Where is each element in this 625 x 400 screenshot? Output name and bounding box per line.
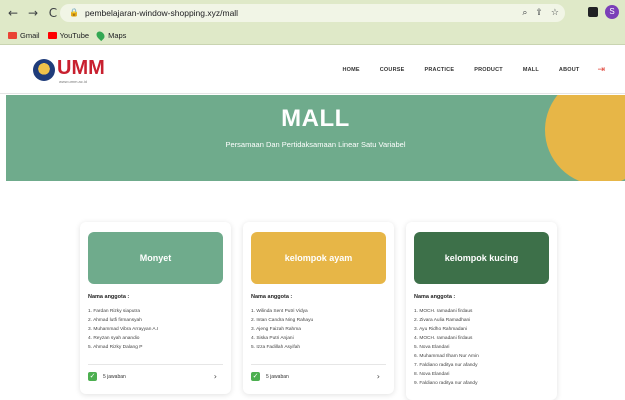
bookmarks-bar: Gmail YouTube Maps [0,26,625,45]
card-banner[interactable]: kelompok ayam [251,232,386,284]
lock-icon[interactable]: 🔒 [69,8,79,18]
nav-course[interactable]: COURSE [380,67,405,73]
hero-banner: MALL Persamaan Dan Pertidaksamaan Linear… [6,95,625,181]
members-label: Nama anggota : [414,294,456,300]
members-label: Nama anggota : [88,294,130,300]
chevron-right-icon[interactable]: › [377,372,380,381]
bookmark-maps[interactable]: Maps [94,29,126,41]
list-item: 2. Zivara Aulia Ramadhani [414,318,471,323]
answer-count: 5 jawaban [103,373,126,380]
sidepanel-icon[interactable] [588,7,598,17]
list-item: 8. Nova Elandari [414,372,450,377]
list-item: 5. Ahmad Rizky Dalang P [88,345,143,350]
address-bar[interactable]: 🔒 pembelajaran-window-shopping.xyz/mall … [60,4,565,22]
youtube-icon [47,31,57,39]
card-banner[interactable]: Monyet [88,232,223,284]
card-footer[interactable]: ✓ 5 jawaban › [88,364,223,388]
back-icon[interactable]: ← [6,6,20,20]
site-header: UMM www.umm.ac.id HOME COURSE PRACTICE P… [0,46,625,94]
share-icon[interactable]: ⇪ [535,8,543,18]
list-item: 1. MOCH. ramadani firdaus [414,309,473,314]
profile-avatar[interactable]: S [605,5,619,19]
logout-icon[interactable]: ⇥ [597,65,605,75]
list-item: 5. Izza Fadillah Asyifah [251,345,301,350]
group-card-kucing: kelompok kucing Nama anggota : 1. MOCH. … [406,222,557,400]
member-list: 1. Wilinda Sent Putri Vidya 2. Intan Can… [251,307,313,352]
url-text[interactable]: pembelajaran-window-shopping.xyz/mall [85,8,238,18]
nav-practice[interactable]: PRACTICE [424,67,454,73]
chevron-right-icon[interactable]: › [214,372,217,381]
card-banner[interactable]: kelompok kucing [414,232,549,284]
check-icon: ✓ [88,372,97,381]
list-item: 7. Faldiano raditya nur afandy [414,363,478,368]
gmail-icon [8,31,17,39]
check-icon: ✓ [251,372,260,381]
group-card-ayam: kelompok ayam Nama anggota : 1. Wilinda … [243,222,394,394]
member-list: 1. MOCH. ramadani firdaus 2. Zivara Auli… [414,307,479,388]
list-item: 2. Ahmad lutfi firmansyah [88,318,142,323]
list-item: 4. Siska Putri Anjani [251,336,294,341]
list-item: 2. Intan Candra Ning Rahayu [251,318,314,323]
members-label: Nama anggota : [251,294,293,300]
nav-product[interactable]: PRODUCT [474,67,503,73]
list-item: 9. Faldiano raditya nur afandy [414,381,478,386]
list-item: 4. MOCH. ramadani firdaus [414,336,473,341]
answer-count: 5 jawaban [266,373,289,380]
umm-seal-icon[interactable] [33,59,55,81]
list-item: 1. Fardan Rizky siaputra [88,309,140,314]
list-item: 4. Reyzan syah anandio [88,336,140,341]
list-item: 5. Nova Elandari [414,345,450,350]
zoom-icon[interactable]: ⌕ [522,8,527,18]
list-item: 6. Muhammad Ilham Nur Amin [414,354,479,359]
forward-icon[interactable]: → [26,6,40,20]
list-item: 3. Muhammad Vibra Arrayyan A.I [88,327,159,332]
nav-mall[interactable]: MALL [523,67,539,73]
logo-text[interactable]: UMM [57,57,105,80]
list-item: 1. Wilinda Sent Putri Vidya [251,309,308,314]
reload-icon[interactable]: C [46,6,60,20]
member-list: 1. Fardan Rizky siaputra 2. Ahmad lutfi … [88,307,158,352]
main-nav: HOME COURSE PRACTICE PRODUCT MALL ABOUT … [322,65,605,75]
nav-home[interactable]: HOME [342,67,359,73]
card-footer[interactable]: ✓ 5 jawaban › [251,364,386,388]
group-card-monyet: Monyet Nama anggota : 1. Fardan Rizky si… [80,222,231,394]
bookmark-gmail[interactable]: Gmail [8,31,40,40]
list-item: 3. Ayu Ridho Rahmadani [414,327,467,332]
logo-subtext: www.umm.ac.id [59,79,88,84]
page-title: MALL [281,105,350,132]
list-item: 3. Ajeng Faizah Rahma [251,327,301,332]
nav-about[interactable]: ABOUT [559,67,580,73]
bookmark-youtube[interactable]: YouTube [47,31,89,40]
page-subtitle: Persamaan Dan Pertidaksamaan Linear Satu… [225,140,406,149]
maps-icon [94,29,107,41]
bookmark-star-icon[interactable]: ☆ [551,8,559,18]
browser-toolbar: ← → C 🔒 pembelajaran-window-shopping.xyz… [0,0,625,26]
